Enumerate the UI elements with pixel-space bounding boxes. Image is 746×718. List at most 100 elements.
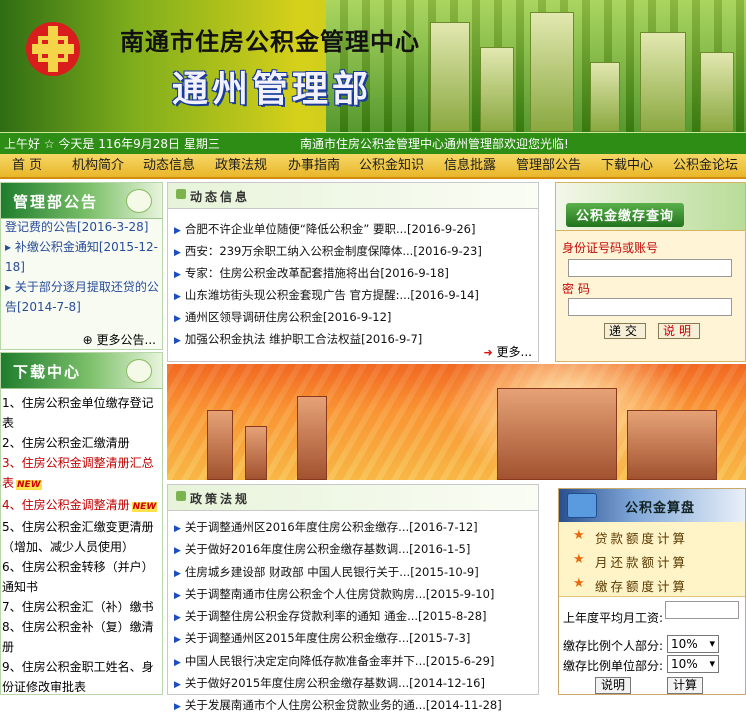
download-item-label[interactable]: 4、住房公积金调整清册: [2, 498, 130, 512]
news-item-date: [2015-7-3]: [409, 631, 471, 646]
avg-salary-label: 上年度平均月工资:: [563, 611, 664, 625]
nav-disclosure[interactable]: 信息批露: [444, 154, 496, 178]
policy-title: 政策法规: [175, 491, 251, 506]
news-item-title[interactable]: 关于做好2015年度住房公积金缴存基数调...: [185, 676, 409, 690]
bullet-arrow-icon: ▶: [174, 336, 181, 346]
download-item-label[interactable]: 8、住房公积金补（复）缴清册: [2, 620, 154, 654]
deposit-calc-link[interactable]: 缴存额度计算: [573, 576, 688, 595]
news-item-title[interactable]: 加强公积金执法 维护职工合法权益: [185, 332, 361, 346]
news-item[interactable]: ▶ 关于做好2016年度住房公积金缴存基数调...[2016-1-5]: [174, 539, 502, 561]
download-item[interactable]: 8、住房公积金补（复）缴清册: [1, 617, 162, 657]
password-input[interactable]: [568, 298, 732, 316]
news-item[interactable]: ▶ 关于发展南通市个人住房公积金贷款业务的通...[2014-11-28]: [174, 695, 502, 717]
news-item[interactable]: ▶ 通州区领导调研住房公积金[2016-9-12]: [174, 307, 482, 329]
download-item[interactable]: 5、住房公积金汇缴变更清册（增加、减少人员使用）: [1, 517, 162, 557]
nav-guide[interactable]: 办事指南: [288, 154, 340, 178]
loan-limit-calc-link[interactable]: 贷款额度计算: [573, 528, 688, 547]
download-item-label[interactable]: 6、住房公积金转移（并户）通知书: [2, 560, 154, 594]
news-item-title[interactable]: 合肥不许企业单位随便“降低公积金” 要职...: [185, 222, 407, 236]
news-item-title[interactable]: 关于调整通州区2016年度住房公积金缴存...: [185, 520, 409, 534]
news-item-title[interactable]: 山东潍坊街头现公积金套现广告 官方提醒:...: [185, 288, 411, 302]
bullet-arrow-icon: ▶: [174, 590, 181, 601]
news-item-date: [2016-9-12]: [322, 310, 392, 324]
news-item[interactable]: ▶ 关于调整通州区2015年度住房公积金缴存...[2015-7-3]: [174, 628, 502, 650]
download-item[interactable]: 7、住房公积金汇（补）缴书: [1, 597, 162, 617]
news-item-title[interactable]: 关于调整住房公积金存贷款利率的通知 通金...: [185, 609, 418, 623]
site-title: 南通市住房公积金管理中心: [120, 27, 420, 56]
news-item-title[interactable]: 关于发展南通市个人住房公积金贷款业务的通...: [185, 698, 426, 712]
download-item-label[interactable]: 9、住房公积金职工姓名、身份证修改审批表: [2, 660, 154, 694]
news-item[interactable]: ▶ 专家：住房公积金改革配套措施将出台[2016-9-18]: [174, 263, 482, 285]
news-item[interactable]: ▶ 关于调整通州区2016年度住房公积金缴存...[2016-7-12]: [174, 517, 502, 539]
photo-building: [297, 396, 327, 480]
submit-button[interactable]: 递交: [604, 323, 646, 339]
news-item-date: [2014-12-16]: [409, 676, 485, 691]
news-more-link[interactable]: ➜ 更多...: [484, 343, 533, 360]
help-button[interactable]: 说明: [658, 323, 700, 339]
news-item[interactable]: ▶ 合肥不许企业单位随便“降低公积金” 要职...[2016-9-26]: [174, 219, 482, 241]
news-item[interactable]: ▶ 关于调整南通市住房公积金个人住房贷款购房...[2015-9-10]: [174, 584, 502, 606]
nav-policy[interactable]: 政策法规: [215, 154, 267, 178]
download-item[interactable]: 2、住房公积金汇缴清册: [1, 433, 162, 453]
unit-ratio-select[interactable]: 10%: [667, 655, 719, 673]
id-input[interactable]: [568, 259, 732, 277]
policy-panel: 政策法规 ▶ 关于调整通州区2016年度住房公积金缴存...[2016-7-12]…: [167, 484, 539, 712]
download-item[interactable]: 4、住房公积金调整清册 NEW: [1, 495, 162, 517]
news-item-title[interactable]: 中国人民银行决定定向降低存款准备金率并下...: [185, 654, 426, 668]
news-item[interactable]: ▶ 关于做好2015年度住房公积金缴存基数调...[2014-12-16]: [174, 673, 502, 695]
nav-knowledge[interactable]: 公积金知识: [359, 154, 424, 178]
download-item-label[interactable]: 5、住房公积金汇缴变更清册（增加、减少人员使用）: [2, 520, 154, 554]
nav-notices[interactable]: 管理部公告: [516, 154, 581, 178]
download-item[interactable]: 6、住房公积金转移（并户）通知书: [1, 557, 162, 597]
nav-downloads[interactable]: 下载中心: [601, 154, 653, 178]
news-item-date: [2016-9-14]: [410, 288, 479, 302]
news-item[interactable]: ▶ 西安：239万余职工纳入公积金制度保障体...[2016-9-23]: [174, 241, 482, 263]
calc-header: 公积金算盘: [559, 489, 745, 522]
news-item-date: [2014-11-28]: [425, 698, 502, 713]
bullet-arrow-icon: ▶: [174, 613, 181, 624]
avg-salary-input[interactable]: [665, 601, 739, 619]
download-item[interactable]: 1、住房公积金单位缴存登记表: [1, 393, 162, 433]
personal-ratio-select[interactable]: 10%: [667, 635, 719, 653]
notice-title: 管理部公告: [13, 193, 99, 211]
calc-help-button[interactable]: 说明: [595, 677, 631, 694]
download-item[interactable]: 9、住房公积金职工姓名、身份证修改审批表: [1, 657, 162, 697]
download-item-label[interactable]: 7、住房公积金汇（补）缴书: [2, 600, 154, 614]
news-item[interactable]: ▶ 住房城乡建设部 财政部 中国人民银行关于...[2015-10-9]: [174, 562, 502, 584]
news-item[interactable]: ▶ 关于调整住房公积金存贷款利率的通知 通金...[2015-8-28]: [174, 606, 502, 628]
personal-ratio-label: 缴存比例个人部分:: [563, 639, 664, 653]
news-item-title[interactable]: 西安：239万余职工纳入公积金制度保障体...: [185, 244, 413, 258]
nav-home[interactable]: 首 页: [12, 154, 42, 178]
site-subtitle: 通州管理部: [172, 68, 373, 110]
download-item[interactable]: 3、住房公积金调整清册汇总表 NEW: [1, 453, 162, 495]
banner-building: [480, 47, 514, 132]
banner-building: [590, 62, 620, 132]
news-item-date: [2015-10-9]: [410, 564, 479, 579]
nav-about[interactable]: 机构简介: [72, 154, 124, 178]
notice-more-link[interactable]: ⊕ 更多公告...: [83, 331, 156, 348]
download-icon: [126, 359, 152, 383]
news-item-title[interactable]: 关于做好2016年度住房公积金缴存基数调...: [185, 542, 409, 556]
notice-item[interactable]: ▸ 补缴公积金通知[2015-12-18]: [5, 237, 159, 277]
news-item-title[interactable]: 专家：住房公积金改革配套措施将出台: [185, 266, 381, 280]
notice-item[interactable]: ▸ 关于部分逐月提取还贷的公告[2014-7-8]: [5, 277, 159, 317]
calculate-button[interactable]: 计算: [667, 677, 703, 694]
download-item-label[interactable]: 1、住房公积金单位缴存登记表: [2, 396, 154, 430]
date-greeting: 上午好 ☆ 今天是 116年9月28日 星期三: [4, 137, 220, 151]
news-item[interactable]: ▶ 中国人民银行决定定向降低存款准备金率并下...[2015-6-29]: [174, 651, 502, 673]
news-item-title[interactable]: 关于调整通州区2015年度住房公积金缴存...: [185, 631, 409, 645]
bullet-arrow-icon: ▶: [174, 524, 181, 534]
news-item-title[interactable]: 通州区领导调研住房公积金: [185, 310, 323, 324]
download-item-label[interactable]: 2、住房公积金汇缴清册: [2, 436, 130, 450]
notice-item[interactable]: 登记费的公告[2016-3-28]: [5, 221, 159, 237]
news-item-title[interactable]: 住房城乡建设部 财政部 中国人民银行关于...: [185, 565, 410, 579]
nav-news[interactable]: 动态信息: [143, 154, 195, 178]
welcome-marquee: 南通市住房公积金管理中心通州管理部欢迎您光临!: [300, 137, 569, 151]
bullet-arrow-icon: ▶: [174, 292, 181, 302]
news-item[interactable]: ▶ 加强公积金执法 维护职工合法权益[2016-9-7]: [174, 329, 482, 351]
news-item-title[interactable]: 关于调整南通市住房公积金个人住房贷款购房...: [185, 587, 426, 601]
banner-building: [430, 22, 470, 132]
monthly-payment-calc-link[interactable]: 月还款额计算: [573, 552, 688, 571]
news-item[interactable]: ▶ 山东潍坊街头现公积金套现广告 官方提醒:...[2016-9-14]: [174, 285, 482, 307]
nav-forum[interactable]: 公积金论坛: [673, 154, 738, 178]
